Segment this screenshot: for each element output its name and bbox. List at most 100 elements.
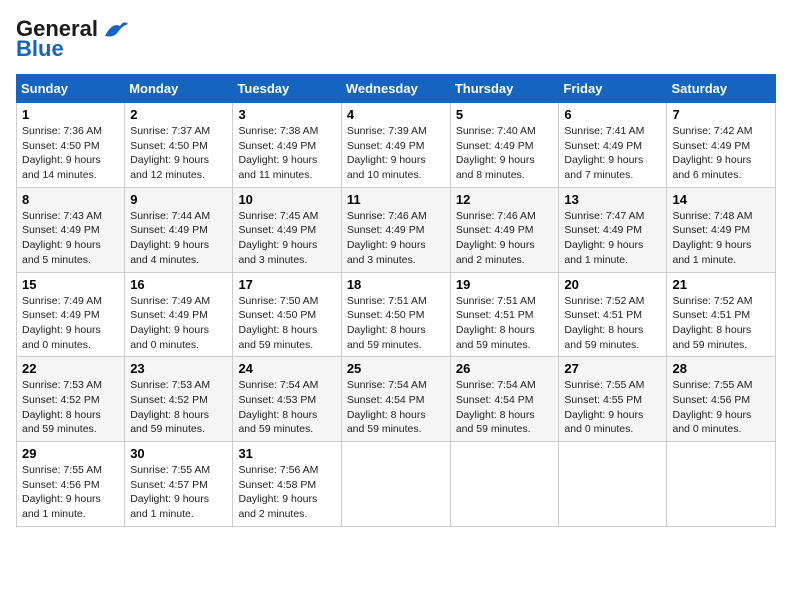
day-number: 3: [238, 107, 335, 122]
day-number: 10: [238, 192, 335, 207]
day-info: Sunrise: 7:44 AM Sunset: 4:49 PM Dayligh…: [130, 209, 227, 268]
calendar-cell: 11 Sunrise: 7:46 AM Sunset: 4:49 PM Dayli…: [341, 187, 450, 272]
calendar-cell: 30 Sunrise: 7:55 AM Sunset: 4:57 PM Dayli…: [125, 442, 233, 527]
day-number: 1: [22, 107, 119, 122]
day-info: Sunrise: 7:51 AM Sunset: 4:50 PM Dayligh…: [347, 294, 445, 353]
calendar-week-3: 15Sunrise: 7:49 AM Sunset: 4:49 PM Dayli…: [17, 272, 776, 357]
calendar-week-4: 22 Sunrise: 7:53 AM Sunset: 4:52 PM Dayli…: [17, 357, 776, 442]
day-info: Sunrise: 7:37 AM Sunset: 4:50 PM Dayligh…: [130, 124, 227, 183]
day-of-week-saturday: Saturday: [667, 75, 776, 103]
day-number: 13: [564, 192, 661, 207]
day-info: Sunrise: 7:49 AM Sunset: 4:49 PM Dayligh…: [130, 294, 227, 353]
day-number: 2: [130, 107, 227, 122]
day-info: Sunrise: 7:38 AM Sunset: 4:49 PM Dayligh…: [238, 124, 335, 183]
day-info: Sunrise: 7:41 AM Sunset: 4:49 PM Dayligh…: [564, 124, 661, 183]
day-number: 31: [238, 446, 335, 461]
calendar-cell: 3 Sunrise: 7:38 AM Sunset: 4:49 PM Daylig…: [233, 103, 341, 188]
calendar-cell: 19Sunrise: 7:51 AM Sunset: 4:51 PM Dayli…: [450, 272, 559, 357]
calendar-cell: 10 Sunrise: 7:45 AM Sunset: 4:49 PM Dayli…: [233, 187, 341, 272]
day-number: 9: [130, 192, 227, 207]
day-number: 30: [130, 446, 227, 461]
calendar-cell: 31 Sunrise: 7:56 AM Sunset: 4:58 PM Dayli…: [233, 442, 341, 527]
day-info: Sunrise: 7:52 AM Sunset: 4:51 PM Dayligh…: [564, 294, 661, 353]
day-of-week-tuesday: Tuesday: [233, 75, 341, 103]
day-info: Sunrise: 7:53 AM Sunset: 4:52 PM Dayligh…: [22, 378, 119, 437]
day-number: 17: [238, 277, 335, 292]
day-number: 27: [564, 361, 661, 376]
day-of-week-header: SundayMondayTuesdayWednesdayThursdayFrid…: [17, 75, 776, 103]
calendar-week-1: 1 Sunrise: 7:36 AM Sunset: 4:50 PM Daylig…: [17, 103, 776, 188]
day-number: 5: [456, 107, 554, 122]
calendar-cell: 26 Sunrise: 7:54 AM Sunset: 4:54 PM Dayli…: [450, 357, 559, 442]
day-number: 24: [238, 361, 335, 376]
day-info: Sunrise: 7:55 AM Sunset: 4:56 PM Dayligh…: [22, 463, 119, 522]
day-of-week-friday: Friday: [559, 75, 667, 103]
day-info: Sunrise: 7:43 AM Sunset: 4:49 PM Dayligh…: [22, 209, 119, 268]
day-info: Sunrise: 7:49 AM Sunset: 4:49 PM Dayligh…: [22, 294, 119, 353]
calendar-cell: 14 Sunrise: 7:48 AM Sunset: 4:49 PM Dayli…: [667, 187, 776, 272]
calendar-cell: 13 Sunrise: 7:47 AM Sunset: 4:49 PM Dayli…: [559, 187, 667, 272]
day-of-week-monday: Monday: [125, 75, 233, 103]
calendar-cell: 27Sunrise: 7:55 AM Sunset: 4:55 PM Dayli…: [559, 357, 667, 442]
calendar-week-5: 29 Sunrise: 7:55 AM Sunset: 4:56 PM Dayli…: [17, 442, 776, 527]
day-of-week-sunday: Sunday: [17, 75, 125, 103]
logo-bird-icon: [100, 18, 130, 40]
calendar-cell: 25 Sunrise: 7:54 AM Sunset: 4:54 PM Dayli…: [341, 357, 450, 442]
day-info: Sunrise: 7:50 AM Sunset: 4:50 PM Dayligh…: [238, 294, 335, 353]
day-number: 4: [347, 107, 445, 122]
day-info: Sunrise: 7:55 AM Sunset: 4:57 PM Dayligh…: [130, 463, 227, 522]
day-number: 6: [564, 107, 661, 122]
calendar-cell: [667, 442, 776, 527]
calendar-cell: 16 Sunrise: 7:49 AM Sunset: 4:49 PM Dayli…: [125, 272, 233, 357]
day-info: Sunrise: 7:40 AM Sunset: 4:49 PM Dayligh…: [456, 124, 554, 183]
page-header: General Blue: [16, 16, 776, 62]
calendar-body: 1 Sunrise: 7:36 AM Sunset: 4:50 PM Daylig…: [17, 103, 776, 527]
day-info: Sunrise: 7:55 AM Sunset: 4:56 PM Dayligh…: [672, 378, 770, 437]
calendar-cell: 7 Sunrise: 7:42 AM Sunset: 4:49 PM Daylig…: [667, 103, 776, 188]
calendar-cell: 9 Sunrise: 7:44 AM Sunset: 4:49 PM Daylig…: [125, 187, 233, 272]
day-number: 18: [347, 277, 445, 292]
day-info: Sunrise: 7:39 AM Sunset: 4:49 PM Dayligh…: [347, 124, 445, 183]
logo-blue: Blue: [16, 36, 64, 62]
calendar-cell: 28 Sunrise: 7:55 AM Sunset: 4:56 PM Dayli…: [667, 357, 776, 442]
calendar-cell: 15Sunrise: 7:49 AM Sunset: 4:49 PM Dayli…: [17, 272, 125, 357]
calendar-cell: [559, 442, 667, 527]
day-number: 14: [672, 192, 770, 207]
calendar-cell: 5 Sunrise: 7:40 AM Sunset: 4:49 PM Daylig…: [450, 103, 559, 188]
day-info: Sunrise: 7:45 AM Sunset: 4:49 PM Dayligh…: [238, 209, 335, 268]
day-number: 28: [672, 361, 770, 376]
day-number: 22: [22, 361, 119, 376]
day-number: 7: [672, 107, 770, 122]
day-info: Sunrise: 7:36 AM Sunset: 4:50 PM Dayligh…: [22, 124, 119, 183]
day-info: Sunrise: 7:54 AM Sunset: 4:54 PM Dayligh…: [347, 378, 445, 437]
day-info: Sunrise: 7:56 AM Sunset: 4:58 PM Dayligh…: [238, 463, 335, 522]
calendar-table: SundayMondayTuesdayWednesdayThursdayFrid…: [16, 74, 776, 527]
day-number: 8: [22, 192, 119, 207]
day-number: 20: [564, 277, 661, 292]
calendar-cell: [341, 442, 450, 527]
day-info: Sunrise: 7:46 AM Sunset: 4:49 PM Dayligh…: [456, 209, 554, 268]
calendar-week-2: 8 Sunrise: 7:43 AM Sunset: 4:49 PM Daylig…: [17, 187, 776, 272]
calendar-cell: 24Sunrise: 7:54 AM Sunset: 4:53 PM Dayli…: [233, 357, 341, 442]
calendar-cell: 6 Sunrise: 7:41 AM Sunset: 4:49 PM Daylig…: [559, 103, 667, 188]
calendar-cell: 18 Sunrise: 7:51 AM Sunset: 4:50 PM Dayli…: [341, 272, 450, 357]
day-number: 19: [456, 277, 554, 292]
calendar-cell: 8 Sunrise: 7:43 AM Sunset: 4:49 PM Daylig…: [17, 187, 125, 272]
calendar-cell: 17 Sunrise: 7:50 AM Sunset: 4:50 PM Dayli…: [233, 272, 341, 357]
day-number: 11: [347, 192, 445, 207]
calendar-cell: 12Sunrise: 7:46 AM Sunset: 4:49 PM Dayli…: [450, 187, 559, 272]
day-number: 16: [130, 277, 227, 292]
day-info: Sunrise: 7:52 AM Sunset: 4:51 PM Dayligh…: [672, 294, 770, 353]
calendar-cell: 2 Sunrise: 7:37 AM Sunset: 4:50 PM Daylig…: [125, 103, 233, 188]
logo: General Blue: [16, 16, 130, 62]
day-info: Sunrise: 7:46 AM Sunset: 4:49 PM Dayligh…: [347, 209, 445, 268]
day-number: 29: [22, 446, 119, 461]
calendar-cell: 4 Sunrise: 7:39 AM Sunset: 4:49 PM Daylig…: [341, 103, 450, 188]
day-info: Sunrise: 7:54 AM Sunset: 4:54 PM Dayligh…: [456, 378, 554, 437]
day-number: 25: [347, 361, 445, 376]
calendar-cell: 23Sunrise: 7:53 AM Sunset: 4:52 PM Dayli…: [125, 357, 233, 442]
day-info: Sunrise: 7:47 AM Sunset: 4:49 PM Dayligh…: [564, 209, 661, 268]
day-info: Sunrise: 7:48 AM Sunset: 4:49 PM Dayligh…: [672, 209, 770, 268]
day-number: 26: [456, 361, 554, 376]
day-info: Sunrise: 7:42 AM Sunset: 4:49 PM Dayligh…: [672, 124, 770, 183]
